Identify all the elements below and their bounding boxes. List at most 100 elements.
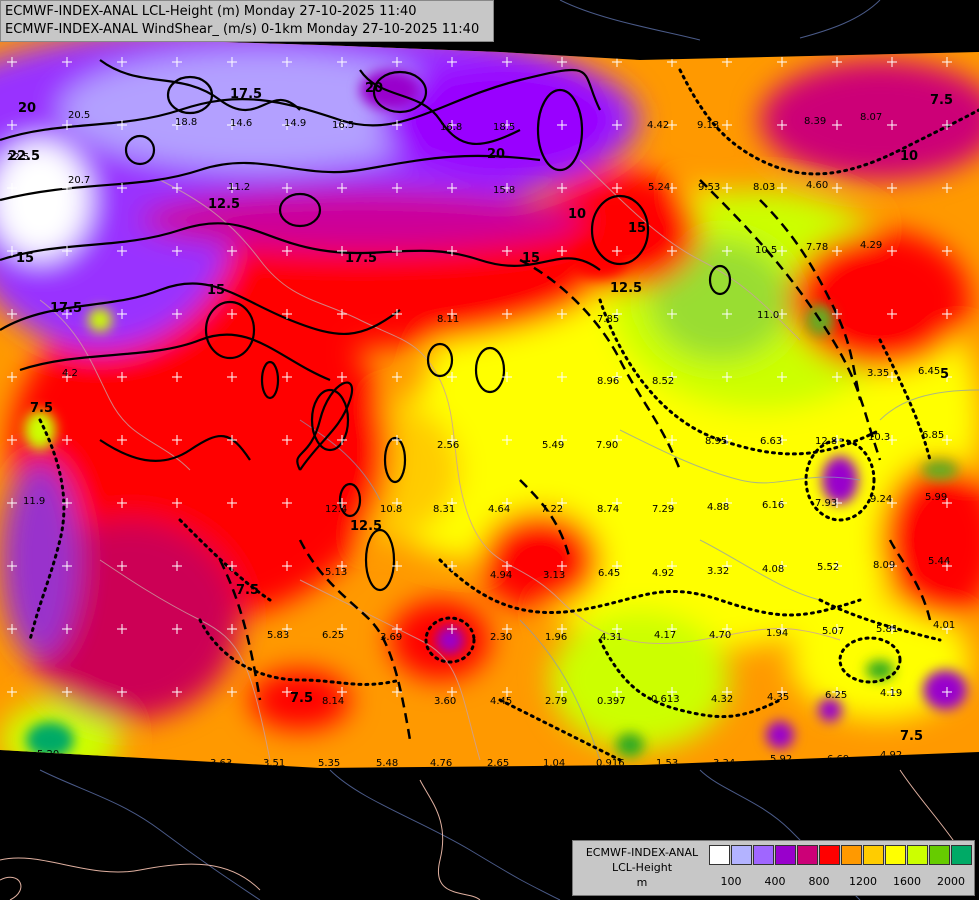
legend-title: ECMWF-INDEX-ANAL LCL-Height m — [577, 845, 707, 890]
value-label: 11.2 — [228, 182, 250, 193]
value-label: 5.44 — [928, 556, 950, 567]
value-label: 4.31 — [600, 632, 622, 643]
value-label: 11.0 — [757, 310, 779, 321]
legend-tick: 1600 — [893, 875, 921, 888]
value-label: 20.7 — [68, 175, 90, 186]
value-label: 3.13 — [543, 570, 565, 581]
value-label: 8.14 — [322, 696, 344, 707]
value-label: 11.9 — [23, 496, 45, 507]
value-label: 22.5 — [7, 152, 29, 163]
contour-label: 7.5 — [900, 729, 923, 744]
value-label: 4.08 — [762, 564, 784, 575]
value-label: 6.63 — [760, 436, 782, 447]
legend-swatch — [753, 845, 774, 865]
value-label: 2.79 — [545, 696, 567, 707]
value-label: 7.78 — [806, 242, 828, 253]
lcl-field: 20 17.5 20 20 15 15 17.5 12.5 17.5 15 10… — [0, 38, 979, 769]
contour-label: 7.5 — [930, 93, 953, 108]
lcl-height-map: 20 17.5 20 20 15 15 17.5 12.5 17.5 15 10… — [0, 0, 979, 900]
value-label: 8.31 — [433, 504, 455, 515]
value-label: 6.45 — [918, 366, 940, 377]
value-label: 16.8 — [440, 122, 462, 133]
value-label: 5.99 — [925, 492, 947, 503]
value-label: 4.29 — [860, 240, 882, 251]
contour-label: 7.5 — [236, 583, 259, 598]
value-label: 10.3 — [868, 432, 890, 443]
value-label: 8.96 — [597, 376, 619, 387]
legend-ticks: 100 400 800 1200 1600 2000 — [709, 875, 973, 891]
value-label: 4.35 — [767, 692, 789, 703]
contour-label: 20 — [18, 101, 36, 116]
value-label: 7.29 — [652, 504, 674, 515]
value-label: 2.30 — [490, 632, 512, 643]
legend-tick: 100 — [720, 875, 742, 888]
value-label: 6.45 — [598, 568, 620, 579]
value-label: 4.60 — [806, 180, 828, 191]
contour-label: 12.5 — [208, 197, 240, 212]
legend-swatch — [907, 845, 928, 865]
contour-label: 17.5 — [230, 87, 262, 102]
value-label: 7.85 — [597, 314, 619, 325]
value-label: 8.95 — [705, 436, 727, 447]
value-label: 7.22 — [541, 504, 563, 515]
value-label: 9.24 — [870, 494, 892, 505]
title-line-windshear: ECMWF-INDEX-ANAL WindShear_ (m/s) 0-1km … — [5, 22, 480, 37]
value-label: 6.25 — [322, 630, 344, 641]
legend-swatch — [709, 845, 730, 865]
value-label: 6.85 — [922, 430, 944, 441]
contour-label: 20 — [487, 147, 505, 162]
value-label: 5.24 — [648, 182, 670, 193]
value-label: 4.45 — [490, 696, 512, 707]
value-label: 8.11 — [437, 314, 459, 325]
value-label: 5.49 — [542, 440, 564, 451]
value-label: 4.32 — [711, 694, 733, 705]
legend-swatch — [951, 845, 972, 865]
value-label: 4.42 — [647, 120, 669, 131]
legend-swatch — [841, 845, 862, 865]
value-label: 4.64 — [488, 504, 510, 515]
value-label: 1.96 — [545, 632, 567, 643]
value-label: 8.74 — [597, 504, 619, 515]
value-label: 14.6 — [230, 118, 252, 129]
value-label: 4.70 — [709, 630, 731, 641]
value-label: 5.13 — [325, 567, 347, 578]
value-label: 4.94 — [490, 570, 512, 581]
legend-swatch — [775, 845, 796, 865]
legend-swatch — [819, 845, 840, 865]
value-label: 5.81 — [876, 624, 898, 635]
value-label: 3.32 — [707, 566, 729, 577]
value-label: 8.52 — [652, 376, 674, 387]
legend-model: ECMWF-INDEX-ANAL — [585, 846, 699, 859]
value-label: 4.2 — [62, 368, 78, 379]
contour-label: 7.5 — [30, 401, 53, 416]
value-label: 8.07 — [860, 112, 882, 123]
legend-tick: 400 — [764, 875, 786, 888]
value-label: 0.397 — [597, 696, 626, 707]
legend-swatch — [731, 845, 752, 865]
contour-label: 5 — [940, 367, 949, 382]
legend-tick: 2000 — [937, 875, 965, 888]
value-label: 3.69 — [380, 632, 402, 643]
contour-label: 12.5 — [610, 281, 642, 296]
value-label: 4.88 — [707, 502, 729, 513]
value-label: 12.8 — [815, 436, 837, 447]
value-label: 4.17 — [654, 630, 676, 641]
value-label: 15.8 — [493, 185, 515, 196]
value-label: 8.39 — [804, 116, 826, 127]
value-label: 5.83 — [267, 630, 289, 641]
legend-swatches — [709, 845, 973, 865]
legend-tick: 800 — [808, 875, 830, 888]
value-label: 5.35 — [318, 758, 340, 769]
value-label: 4.01 — [933, 620, 955, 631]
value-label: 12.4 — [325, 504, 347, 515]
value-label: 1.94 — [766, 628, 788, 639]
value-label: 8.09 — [873, 560, 895, 571]
value-label: 20.5 — [68, 110, 90, 121]
color-legend: ECMWF-INDEX-ANAL LCL-Height m 100 400 80… — [572, 840, 975, 896]
contour-label: 15 — [16, 251, 34, 266]
value-label: 8.03 — [753, 182, 775, 193]
map-title-box: ECMWF-INDEX-ANAL LCL-Height (m) Monday 2… — [0, 0, 494, 42]
legend-unit: m — [636, 876, 648, 889]
contour-label: 15 — [207, 283, 225, 298]
value-label: 6.25 — [825, 690, 847, 701]
